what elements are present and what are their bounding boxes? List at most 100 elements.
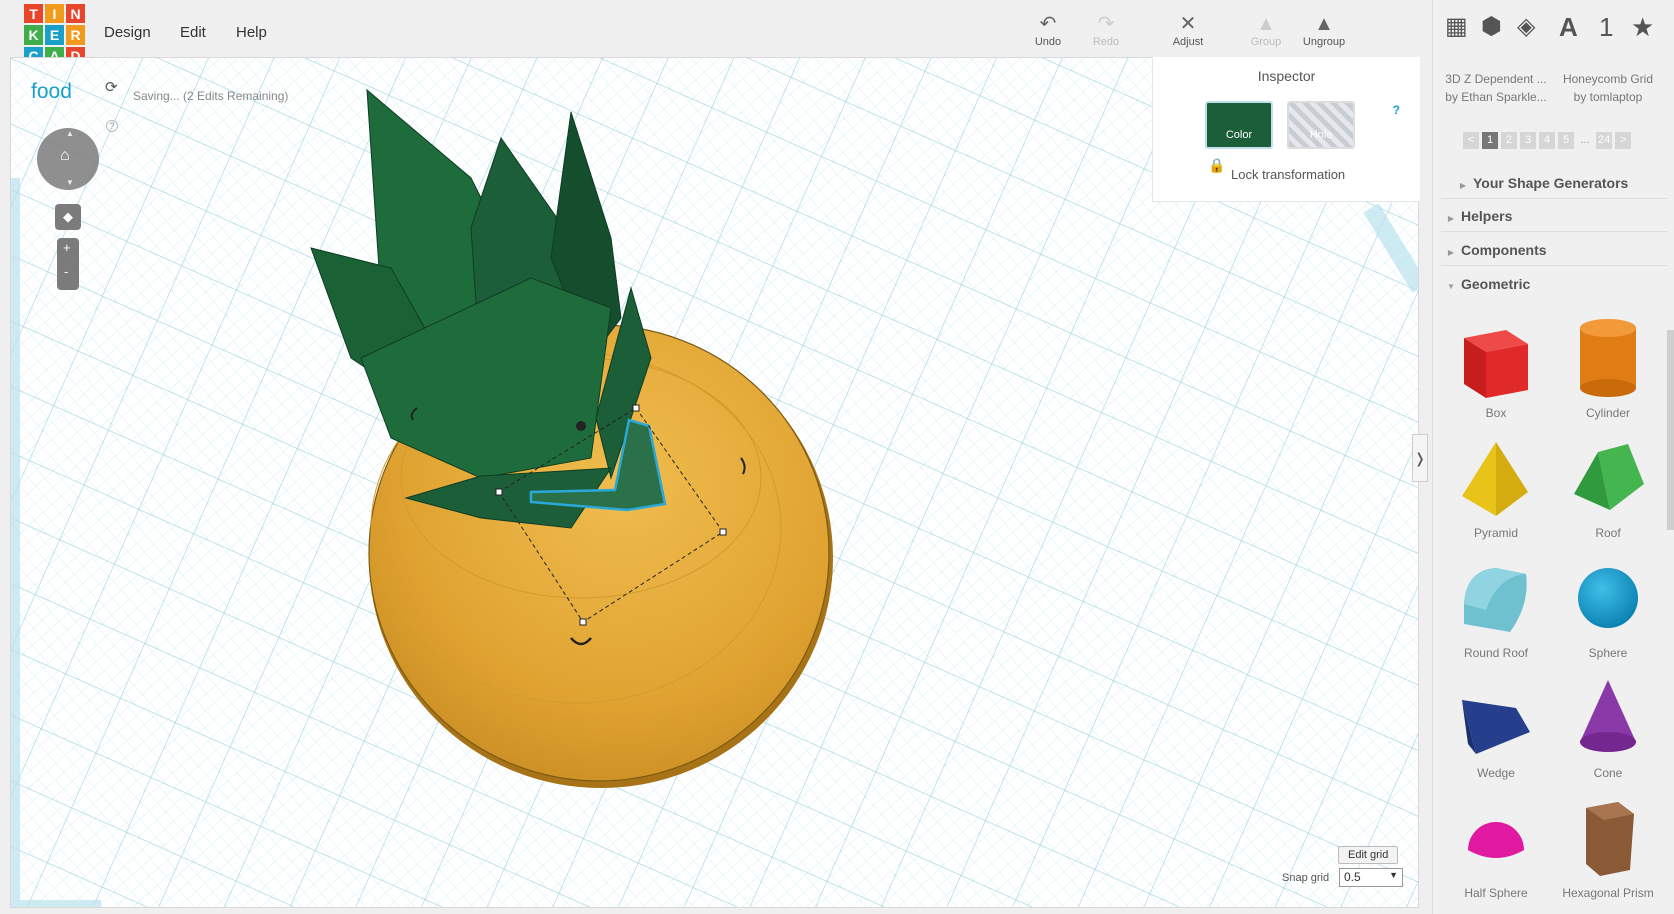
inspector-panel: Inspector Color Hole ? 🔒 Lock transforma… xyxy=(1152,57,1420,202)
resize-handle[interactable] xyxy=(632,404,640,412)
redo-button[interactable]: ↷ Redo xyxy=(1076,12,1136,48)
edit-grid-button[interactable]: Edit grid xyxy=(1338,846,1399,864)
pager-next[interactable]: > xyxy=(1615,132,1632,149)
section-components[interactable]: ▶ Components xyxy=(1441,233,1667,266)
group-button[interactable]: ▲ Group xyxy=(1236,12,1296,48)
view-cube-icon[interactable]: ◆ xyxy=(55,204,81,230)
pager-page[interactable]: 2 xyxy=(1501,132,1517,149)
generator-name: Honeycomb Grid xyxy=(1562,72,1654,86)
redo-label: Redo xyxy=(1092,36,1120,48)
undo-button[interactable]: ↶ Undo xyxy=(1018,12,1078,48)
generator-item[interactable]: 3D Z Dependent ... by Ethan Sparkle... xyxy=(1441,70,1551,106)
sidebar-scrollbar[interactable] xyxy=(1667,330,1674,530)
undo-label: Undo xyxy=(1034,36,1062,48)
lock-transformation-label[interactable]: Lock transformation xyxy=(1231,167,1345,182)
color-label: Color xyxy=(1225,129,1253,141)
generator-author: by tomlaptop xyxy=(1573,90,1643,104)
cube-icon[interactable]: ⬢ xyxy=(1481,12,1502,41)
snap-grid-label: Snap grid xyxy=(1282,872,1330,884)
shape-hexagonal-prism[interactable]: Hexagonal Prism xyxy=(1553,794,1663,900)
lock-icon[interactable]: 🔒 xyxy=(1208,157,1225,174)
adjust-label: Adjust xyxy=(1172,36,1204,48)
ungroup-icon: ▲ xyxy=(1314,13,1334,35)
section-your-shape-generators[interactable]: ▶ Your Shape Generators xyxy=(1441,166,1667,199)
star-icon[interactable]: ★ xyxy=(1631,12,1654,43)
shape-sphere[interactable]: Sphere xyxy=(1553,554,1663,660)
ungroup-button[interactable]: ▲ Ungroup xyxy=(1294,12,1354,48)
resize-handle[interactable] xyxy=(719,528,727,536)
menu-help[interactable]: Help xyxy=(236,24,267,41)
number-icon[interactable]: 1 xyxy=(1599,12,1613,43)
shape-label: Box xyxy=(1485,406,1507,420)
pager-page[interactable]: 24 xyxy=(1596,132,1613,149)
pager-page[interactable]: 3 xyxy=(1520,132,1536,149)
project-name[interactable]: food xyxy=(31,80,72,104)
save-status: Saving... (2 Edits Remaining) xyxy=(133,89,289,103)
wireframe-icon[interactable]: ◈ xyxy=(1517,12,1535,41)
hexagonal-prism-icon xyxy=(1586,802,1634,876)
round-roof-icon xyxy=(1464,568,1527,632)
home-icon[interactable]: ⌂ xyxy=(60,147,70,165)
chevron-right-icon: ▶ xyxy=(1459,181,1467,190)
shape-round-roof[interactable]: Round Roof xyxy=(1441,554,1551,660)
logo-letter: I xyxy=(45,4,64,24)
menu-edit[interactable]: Edit xyxy=(180,24,206,41)
shape-half-sphere[interactable]: Half Sphere xyxy=(1441,794,1551,900)
pager-prev[interactable]: < xyxy=(1463,132,1479,149)
hole-swatch[interactable]: Hole xyxy=(1287,101,1355,149)
pager-page[interactable]: 1 xyxy=(1482,132,1498,149)
top-bar: T I N K E R C A D Design Edit Help ↶Undo… xyxy=(0,0,1432,66)
pager-page[interactable]: 4 xyxy=(1539,132,1555,149)
shape-box[interactable]: Box xyxy=(1441,314,1551,420)
cylinder-icon xyxy=(1580,319,1636,397)
snap-grid-select[interactable]: 0.5 ▼ xyxy=(1339,868,1403,887)
color-swatch[interactable]: Color xyxy=(1205,101,1273,149)
height-handle[interactable] xyxy=(576,421,586,431)
help-icon[interactable]: ? xyxy=(106,120,118,132)
text-icon[interactable]: A xyxy=(1559,12,1578,43)
inspector-title: Inspector xyxy=(1257,68,1316,84)
generator-item[interactable]: Honeycomb Grid by tomlaptop xyxy=(1553,70,1663,106)
resize-handle[interactable] xyxy=(579,618,587,626)
zoom-out-icon[interactable]: - xyxy=(64,264,68,279)
adjust-button[interactable]: ✕ Adjust xyxy=(1158,12,1218,48)
inspector-help-icon[interactable]: ? xyxy=(1393,103,1400,117)
pager-ellipsis: ... xyxy=(1580,134,1590,146)
logo-letter: T xyxy=(24,4,43,24)
wedge-icon xyxy=(1462,700,1530,754)
shape-label: Wedge xyxy=(1477,766,1515,780)
pan-down-icon[interactable]: ▼ xyxy=(66,178,74,187)
shape-wedge[interactable]: Wedge xyxy=(1441,674,1551,780)
generator-name: 3D Z Dependent ... xyxy=(1445,72,1547,86)
rename-icon[interactable]: ⟳ xyxy=(105,78,118,96)
shape-cylinder[interactable]: Cylinder xyxy=(1553,314,1663,420)
shape-label: Round Roof xyxy=(1463,646,1529,660)
shape-roof[interactable]: Roof xyxy=(1553,434,1663,540)
section-label: Your Shape Generators xyxy=(1473,175,1629,191)
menu-design[interactable]: Design xyxy=(104,24,151,41)
section-label: Components xyxy=(1461,242,1547,258)
chevron-down-icon: ▼ xyxy=(1389,870,1398,880)
logo-letter: R xyxy=(66,25,85,45)
group-icon: ▲ xyxy=(1256,13,1276,35)
chevron-right-icon: ▶ xyxy=(1447,248,1455,257)
section-geometric[interactable]: ▼ Geometric xyxy=(1441,267,1667,300)
section-helpers[interactable]: ▶ Helpers xyxy=(1441,199,1667,232)
sidebar-collapse-button[interactable]: ❭ xyxy=(1412,434,1428,482)
shape-label: Pyramid xyxy=(1473,526,1518,540)
grid-view-icon[interactable]: ▦ xyxy=(1445,12,1468,41)
box-icon xyxy=(1464,330,1528,398)
shape-pyramid[interactable]: Pyramid xyxy=(1441,434,1551,540)
resize-handle[interactable] xyxy=(495,488,503,496)
pager-page[interactable]: 5 xyxy=(1558,132,1574,149)
roof-icon xyxy=(1574,444,1644,510)
logo-letter: N xyxy=(66,4,85,24)
group-label: Group xyxy=(1250,36,1282,48)
hole-label: Hole xyxy=(1309,129,1333,141)
generator-author: by Ethan Sparkle... xyxy=(1445,90,1547,104)
generator-pager: < 1 2 3 4 5 ... 24 > xyxy=(1463,132,1632,149)
pan-up-icon[interactable]: ▲ xyxy=(66,129,74,138)
zoom-in-icon[interactable]: + xyxy=(63,240,71,255)
shape-cone[interactable]: Cone xyxy=(1553,674,1663,780)
shape-label: Cone xyxy=(1593,766,1623,780)
